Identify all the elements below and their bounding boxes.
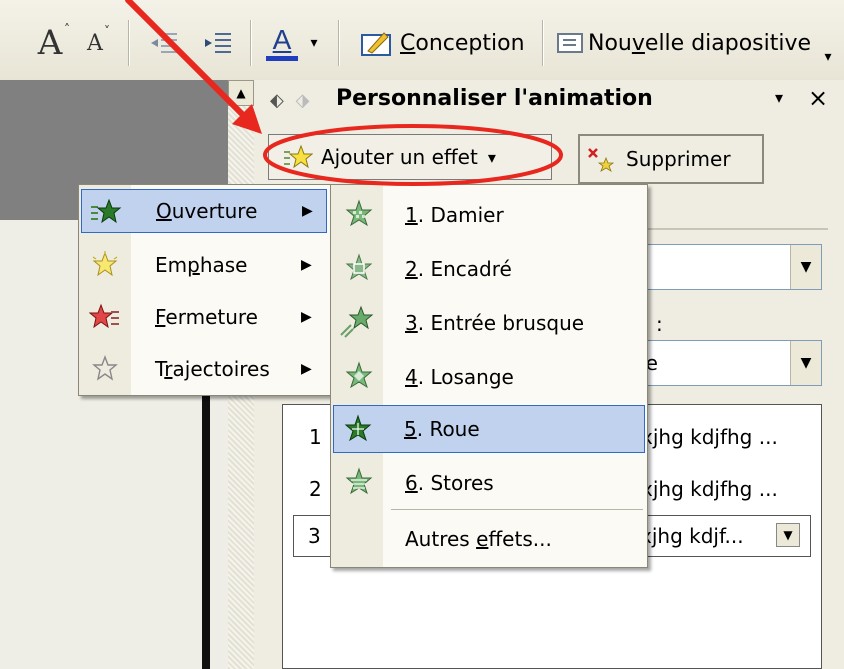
delete-effect-icon: [588, 148, 615, 172]
new-slide-icon: [557, 33, 583, 53]
menu-item-more-effects[interactable]: Autres effets...: [333, 515, 645, 563]
star-outline-icon: [92, 355, 118, 381]
star-green-icon: [91, 198, 122, 224]
combo-dropdown-button[interactable]: ▼: [790, 245, 821, 289]
annotation-ellipse: [263, 124, 563, 186]
menu-item-label: . Stores: [417, 471, 494, 495]
menu-label-ul: e: [476, 527, 489, 551]
menu-item-number: 5: [404, 417, 417, 441]
submenu-arrow-icon: ▶: [301, 361, 312, 377]
menu-item-roue[interactable]: 5. Roue: [333, 405, 645, 453]
menu-label-rest: uverture: [171, 199, 258, 223]
shrink-font-icon: A: [87, 30, 103, 56]
list-item-dropdown-button[interactable]: ▼: [776, 523, 800, 547]
new-slide-button[interactable]: Nouvelle diapositive: [556, 22, 820, 64]
start-combo[interactable]: ▼: [620, 244, 822, 290]
chevron-down-icon: ▼: [800, 259, 812, 275]
menu-item-number: 4: [405, 365, 418, 389]
pane-divider: [620, 228, 828, 230]
menu-label-pre: Autres: [405, 527, 477, 551]
submenu-arrow-icon: ▶: [302, 203, 313, 219]
menu-label-pre: T: [155, 357, 165, 381]
menu-label-ul: p: [187, 253, 200, 277]
menu-item-ouverture[interactable]: Ouverture ▶: [81, 189, 327, 233]
menu-separator: [391, 509, 643, 510]
chevron-down-icon: ▼: [783, 528, 793, 542]
delete-label: Supprimer: [626, 147, 731, 171]
menu-item-stores[interactable]: 6. Stores: [333, 459, 645, 507]
list-item-text: xjhg kdjf...: [640, 524, 744, 548]
menu-label-rest: ermeture: [165, 305, 258, 329]
star-diamond-icon: [345, 361, 373, 389]
menu-item-label: . Roue: [416, 417, 480, 441]
list-item-number: 1: [309, 425, 322, 449]
design-button[interactable]: Conception: [360, 22, 536, 64]
menu-item-encadre[interactable]: 2. Encadré: [333, 245, 645, 293]
toolbar-separator: [338, 20, 339, 66]
menu-label-rest: hase: [199, 253, 248, 277]
menu-item-number: 2: [405, 257, 418, 281]
design-icon: [361, 32, 391, 56]
menu-item-label: . Damier: [417, 203, 504, 227]
design-label-rest: onception: [415, 30, 525, 56]
effect-category-menu: Ouverture ▶ Emphase ▶ Fermeture ▶ Trajec…: [78, 184, 332, 396]
list-item-text[interactable]: xjhg kdjfhg ...: [641, 477, 778, 501]
star-fly-in-icon: [340, 305, 374, 338]
menu-item-label: . Encadré: [417, 257, 512, 281]
list-item-number: 2: [309, 477, 322, 501]
shrink-font-button[interactable]: A ˅: [78, 22, 112, 64]
menu-item-label: . Losange: [417, 365, 514, 389]
star-wheel-icon: [344, 414, 372, 442]
slide-edge: [202, 394, 210, 669]
forward-arrow-icon[interactable]: ⬗: [296, 90, 310, 111]
star-box-icon: [345, 253, 373, 281]
toolbar-options-button[interactable]: ▾: [818, 36, 838, 78]
delete-button[interactable]: Supprimer: [578, 134, 764, 184]
property-combo[interactable]: ne ▼: [620, 340, 822, 386]
combo-dropdown-button[interactable]: ▼: [790, 341, 821, 385]
list-item-number: 3: [308, 524, 321, 548]
list-item-text[interactable]: xjhg kdjfhg ...: [641, 425, 778, 449]
menu-label-rest: ffets...: [488, 527, 552, 551]
star-checker-icon: [345, 199, 373, 227]
menu-item-emphase[interactable]: Emphase ▶: [81, 243, 327, 287]
menu-label-ul: O: [156, 199, 172, 223]
submenu-arrow-icon: ▶: [301, 309, 312, 325]
design-label-ul: C: [400, 30, 416, 56]
menu-item-number: 3: [405, 311, 418, 335]
property-label: :: [656, 312, 663, 336]
chevron-down-icon: ▼: [800, 355, 812, 371]
submenu-arrow-icon: ▶: [301, 257, 312, 273]
pane-close-button[interactable]: ×: [808, 84, 828, 112]
menu-item-fermeture[interactable]: Fermeture ▶: [81, 295, 327, 339]
new-slide-label-ul: v: [631, 30, 645, 56]
menu-item-entree-brusque[interactable]: 3. Entrée brusque: [333, 299, 645, 347]
menu-item-number: 1: [405, 203, 418, 227]
font-color-dropdown[interactable]: ▾: [304, 22, 324, 64]
chevron-down-icon: ▾: [824, 49, 832, 65]
menu-item-trajectoires[interactable]: Trajectoires ▶: [81, 347, 327, 391]
star-yellow-icon: [92, 251, 118, 277]
grow-font-icon: A: [37, 23, 63, 63]
menu-label-ul: r: [164, 357, 173, 381]
menu-item-number: 6: [405, 471, 418, 495]
new-slide-label-pre: Nou: [588, 30, 632, 56]
pane-title: Personnaliser l'animation: [336, 86, 653, 111]
toolbar-separator: [542, 20, 543, 66]
menu-label-pre: Em: [155, 253, 188, 277]
new-slide-label-rest: elle diapositive: [644, 30, 812, 56]
menu-item-label: . Entrée brusque: [417, 311, 585, 335]
menu-label-rest: ajectoires: [172, 357, 270, 381]
entrance-effects-menu: 1. Damier 2. Encadré 3. Entrée brusque 4…: [330, 184, 648, 568]
star-blinds-icon: [345, 467, 373, 495]
grow-font-button[interactable]: A ˄: [30, 22, 70, 64]
chevron-down-icon: ▾: [310, 35, 318, 51]
menu-label-ul: F: [155, 305, 166, 329]
pane-menu-button[interactable]: ▾: [775, 88, 783, 107]
star-red-icon: [89, 303, 119, 329]
menu-item-losange[interactable]: 4. Losange: [333, 353, 645, 401]
menu-item-damier[interactable]: 1. Damier: [333, 191, 645, 239]
